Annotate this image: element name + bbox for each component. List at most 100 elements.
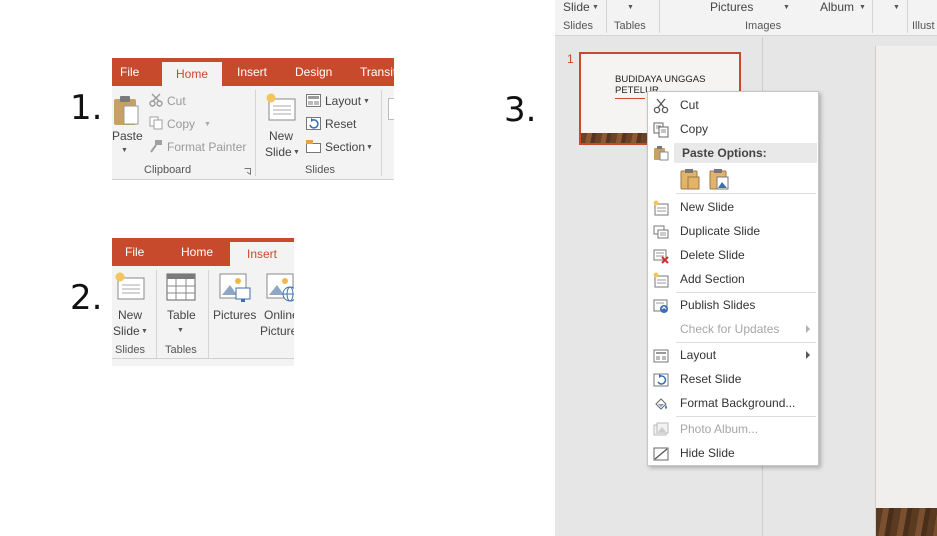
menu-item-copy-label: Copy xyxy=(680,122,709,136)
insert-ribbon-panel: File Home Insert New Slide ▼ Table ▼ Pic… xyxy=(112,238,294,366)
group-label-images: Images xyxy=(745,20,782,32)
online-pictures-label-line2: Picture xyxy=(260,324,294,338)
powerpoint-context-menu-panel: Slide ▼ ▼ Pictures ▼ Album ▼ ▼ Slides Ta… xyxy=(555,0,937,536)
menu-item-layout[interactable]: Layout xyxy=(648,344,818,368)
menu-separator xyxy=(676,342,816,343)
format-background-icon xyxy=(655,398,667,410)
tab-file[interactable]: File xyxy=(125,238,144,266)
tab-home[interactable]: Home xyxy=(181,238,213,266)
section-icon xyxy=(306,140,321,153)
submenu-arrow-icon xyxy=(806,325,810,333)
pictures-label: Pictures xyxy=(213,308,257,322)
online-pictures-label-line1: Online xyxy=(264,308,294,322)
screenshot-dropdown-icon[interactable]: ▼ xyxy=(783,4,790,11)
menu-item-publish-slides[interactable]: Publish Slides xyxy=(648,294,818,318)
slide-floor-image xyxy=(876,508,937,536)
menu-item-hide-slide[interactable]: Hide Slide xyxy=(648,442,818,466)
new-slide-label-line1: New xyxy=(118,308,143,322)
table-icon xyxy=(166,273,196,301)
group-divider xyxy=(659,0,660,33)
new-slide-label[interactable]: Slide xyxy=(563,0,590,14)
menu-item-duplicate-slide[interactable]: Duplicate Slide xyxy=(648,220,818,244)
add-section-icon xyxy=(653,272,669,288)
step-number-3: 3. xyxy=(504,90,537,130)
reset-slide-icon xyxy=(653,373,669,387)
new-slide-dropdown-icon: ▼ xyxy=(141,328,148,335)
copy-label: Copy xyxy=(167,117,196,131)
group-label-slides: Slides xyxy=(115,344,145,356)
ribbon-bottom-border xyxy=(112,179,394,180)
menu-item-add-section[interactable]: Add Section xyxy=(648,268,818,292)
paste-icon xyxy=(114,96,139,125)
group-label-slides: Slides xyxy=(563,20,593,32)
menu-item-delete-slide-label: Delete Slide xyxy=(680,248,745,262)
new-slide-dropdown-icon: ▼ xyxy=(293,149,300,156)
menu-item-format-background-label: Format Background... xyxy=(680,396,796,410)
section-label: Section xyxy=(325,140,366,154)
photo-album-icon xyxy=(653,422,669,436)
next-group-control xyxy=(388,98,394,120)
reset-icon xyxy=(306,117,321,130)
menu-item-photo-album: Photo Album... xyxy=(648,418,818,442)
shapes-dropdown-icon[interactable]: ▼ xyxy=(893,4,900,11)
tab-design[interactable]: Design xyxy=(295,58,332,86)
group-divider xyxy=(907,0,908,33)
group-label-tables: Tables xyxy=(614,20,646,32)
new-slide-label-line2: Slide xyxy=(265,145,292,159)
paste-dropdown-icon: ▼ xyxy=(121,147,128,154)
dialog-launcher-icon[interactable] xyxy=(244,168,251,175)
hide-slide-icon xyxy=(653,447,669,461)
group-label-slides: Slides xyxy=(305,164,335,176)
group-divider xyxy=(208,270,209,358)
tab-file[interactable]: File xyxy=(120,58,139,86)
table-label: Table xyxy=(167,308,196,322)
menu-item-photo-album-label: Photo Album... xyxy=(680,422,759,436)
group-divider xyxy=(872,0,873,33)
paste-options-label: Paste Options: xyxy=(682,146,767,160)
pictures-label[interactable]: Pictures xyxy=(710,0,753,14)
paste-as-picture-icon[interactable] xyxy=(708,168,730,190)
menu-item-check-for-updates: Check for Updates xyxy=(648,318,818,342)
menu-item-copy[interactable]: Copy xyxy=(648,118,818,142)
scissors-icon xyxy=(149,93,163,107)
tab-insert[interactable]: Insert xyxy=(237,58,267,86)
current-slide-canvas[interactable] xyxy=(875,46,937,536)
slide-number: 1 xyxy=(567,52,574,66)
format-painter-label: Format Painter xyxy=(167,140,247,154)
paste-icon xyxy=(654,146,669,161)
photo-album-label[interactable]: Album xyxy=(820,0,854,14)
group-divider xyxy=(606,0,607,33)
group-divider xyxy=(381,90,382,176)
menu-item-format-background[interactable]: Format Background... xyxy=(648,392,818,416)
ribbon-tab-bar: File Home Insert xyxy=(112,238,294,266)
paste-label: Paste xyxy=(112,129,143,143)
menu-item-new-slide[interactable]: New Slide xyxy=(648,196,818,220)
cut-label: Cut xyxy=(167,94,186,108)
layout-icon xyxy=(653,349,669,363)
tab-insert[interactable]: Insert xyxy=(230,242,294,266)
group-label-clipboard: Clipboard xyxy=(144,164,192,176)
menu-item-reset-slide[interactable]: Reset Slide xyxy=(648,368,818,392)
submenu-arrow-icon xyxy=(806,351,810,359)
thumb-title-line1: BUDIDAYA UNGGAS xyxy=(615,74,706,85)
tab-home[interactable]: Home xyxy=(162,62,222,86)
new-slide-label-line1: New xyxy=(269,129,294,143)
menu-separator xyxy=(676,193,816,194)
tab-transitions[interactable]: Transit xyxy=(360,58,394,86)
step-number-1: 1. xyxy=(70,88,103,128)
menu-item-delete-slide[interactable]: Delete Slide xyxy=(648,244,818,268)
section-dropdown-icon: ▼ xyxy=(366,144,373,151)
photo-album-dropdown-icon: ▼ xyxy=(859,4,866,11)
menu-item-reset-slide-label: Reset Slide xyxy=(680,372,742,386)
paste-keep-formatting-icon[interactable] xyxy=(679,168,701,190)
menu-item-cut[interactable]: Cut xyxy=(648,94,818,118)
menu-separator xyxy=(676,416,816,417)
duplicate-slide-icon xyxy=(653,225,669,239)
online-pictures-icon xyxy=(266,273,294,302)
table-dropdown-icon[interactable]: ▼ xyxy=(627,4,634,11)
menu-item-check-for-updates-label: Check for Updates xyxy=(680,322,780,336)
copy-icon xyxy=(149,116,163,130)
new-slide-icon xyxy=(266,93,296,121)
new-slide-icon xyxy=(653,200,669,216)
reset-label: Reset xyxy=(325,117,357,131)
